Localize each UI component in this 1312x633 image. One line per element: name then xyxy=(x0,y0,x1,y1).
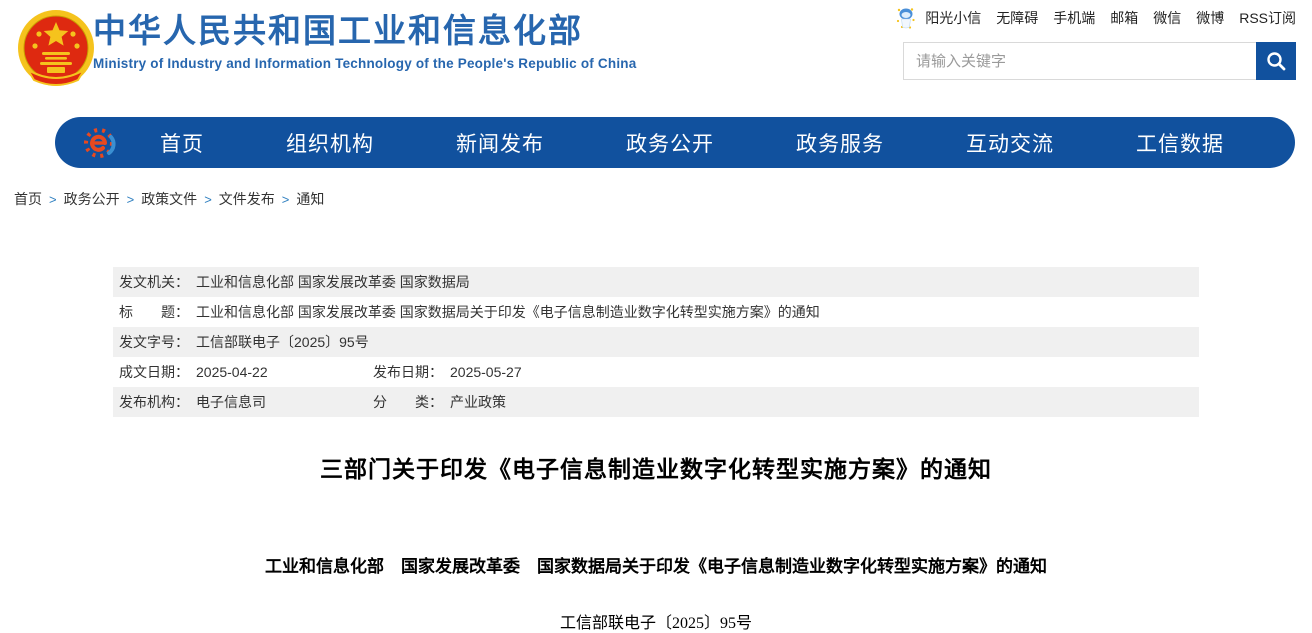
meta-label: 分 类： xyxy=(373,394,443,410)
nav-item-gov-services[interactable]: 政务服务 xyxy=(796,128,884,158)
breadcrumb-home[interactable]: 首页 xyxy=(14,189,42,209)
quick-link-rss[interactable]: RSS订阅 xyxy=(1239,8,1296,28)
article-doc-number: 工信部联电子〔2025〕95号 xyxy=(0,609,1312,633)
quick-link-wechat[interactable]: 微信 xyxy=(1153,8,1181,28)
quick-link-accessibility[interactable]: 无障碍 xyxy=(996,8,1038,28)
search-bar xyxy=(903,42,1296,80)
main-navbar: 首页 组织机构 新闻发布 政务公开 政务服务 互动交流 工信数据 xyxy=(55,117,1295,168)
meta-value: 工业和信息化部 国家发展改革委 国家数据局关于印发《电子信息制造业数字化转型实施… xyxy=(196,304,820,320)
breadcrumb-separator: > xyxy=(282,192,290,207)
quick-link-sunshine-xiaoxin[interactable]: 阳光小信 xyxy=(925,8,981,28)
nav-item-gov-disclosure[interactable]: 政务公开 xyxy=(626,128,714,158)
document-meta-table: 发文机关： 工业和信息化部 国家发展改革委 国家数据局 标 题： 工业和信息化部 国… xyxy=(113,267,1199,417)
search-icon xyxy=(1265,50,1287,72)
search-button[interactable] xyxy=(1256,42,1296,80)
meta-row-dates: 成文日期： 2025-04-22 发布日期： 2025-05-27 xyxy=(113,357,1199,387)
breadcrumb-document-release[interactable]: 文件发布 xyxy=(219,189,275,209)
meta-value: 2025-05-27 xyxy=(450,364,522,380)
meta-label: 发布日期： xyxy=(373,364,443,380)
meta-value: 产业政策 xyxy=(450,394,506,410)
quick-links: 阳光小信 无障碍 手机端 邮箱 微信 微博 RSS订阅 xyxy=(896,7,1296,29)
meta-label: 发布机构： xyxy=(119,394,189,410)
search-input[interactable] xyxy=(903,42,1256,80)
meta-value: 电子信息司 xyxy=(196,394,266,410)
meta-row-issuing-agency: 发文机关： 工业和信息化部 国家发展改革委 国家数据局 xyxy=(113,267,1199,297)
meta-label: 标 题： xyxy=(119,304,189,320)
meta-label: 成文日期： xyxy=(119,364,189,380)
quick-link-mail[interactable]: 邮箱 xyxy=(1110,8,1138,28)
breadcrumb: 首页 > 政务公开 > 政策文件 > 文件发布 > 通知 xyxy=(14,189,324,209)
site-title: 中华人民共和国工业和信息化部 xyxy=(93,9,636,53)
national-emblem-icon xyxy=(14,8,98,92)
breadcrumb-separator: > xyxy=(204,192,212,207)
nav-item-home[interactable]: 首页 xyxy=(160,128,204,158)
site-header: 中华人民共和国工业和信息化部 Ministry of Industry and … xyxy=(0,0,1312,110)
nav-item-news[interactable]: 新闻发布 xyxy=(456,128,544,158)
meta-label: 发文字号： xyxy=(119,334,189,350)
miit-logo-icon xyxy=(81,124,119,162)
quick-link-weibo[interactable]: 微博 xyxy=(1196,8,1224,28)
article-subtitle: 工业和信息化部 国家发展改革委 国家数据局关于印发《电子信息制造业数字化转型实施… xyxy=(0,552,1312,577)
breadcrumb-gov-disclosure[interactable]: 政务公开 xyxy=(64,189,120,209)
meta-row-doc-number: 发文字号： 工信部联电子〔2025〕95号 xyxy=(113,327,1199,357)
quick-link-mobile[interactable]: 手机端 xyxy=(1053,8,1095,28)
nav-item-organization[interactable]: 组织机构 xyxy=(286,128,374,158)
mascot-robot-icon xyxy=(896,7,916,29)
meta-value: 工信部联电子〔2025〕95号 xyxy=(196,334,369,350)
meta-value: 2025-04-22 xyxy=(196,364,268,380)
nav-item-miit-data[interactable]: 工信数据 xyxy=(1136,128,1224,158)
breadcrumb-separator: > xyxy=(127,192,135,207)
meta-label: 发文机关： xyxy=(119,274,189,290)
nav-items: 首页 组织机构 新闻发布 政务公开 政务服务 互动交流 工信数据 xyxy=(119,128,1265,158)
site-title-block: 中华人民共和国工业和信息化部 Ministry of Industry and … xyxy=(93,9,636,71)
meta-row-publisher-category: 发布机构： 电子信息司 分 类： 产业政策 xyxy=(113,387,1199,417)
article-title: 三部门关于印发《电子信息制造业数字化转型实施方案》的通知 xyxy=(0,450,1312,484)
meta-value: 工业和信息化部 国家发展改革委 国家数据局 xyxy=(196,274,470,290)
breadcrumb-policy-documents[interactable]: 政策文件 xyxy=(141,189,197,209)
meta-row-title: 标 题： 工业和信息化部 国家发展改革委 国家数据局关于印发《电子信息制造业数字化… xyxy=(113,297,1199,327)
site-subtitle: Ministry of Industry and Information Tec… xyxy=(93,56,636,71)
breadcrumb-separator: > xyxy=(49,192,57,207)
breadcrumb-notice[interactable]: 通知 xyxy=(296,189,324,209)
nav-item-interaction[interactable]: 互动交流 xyxy=(966,128,1054,158)
